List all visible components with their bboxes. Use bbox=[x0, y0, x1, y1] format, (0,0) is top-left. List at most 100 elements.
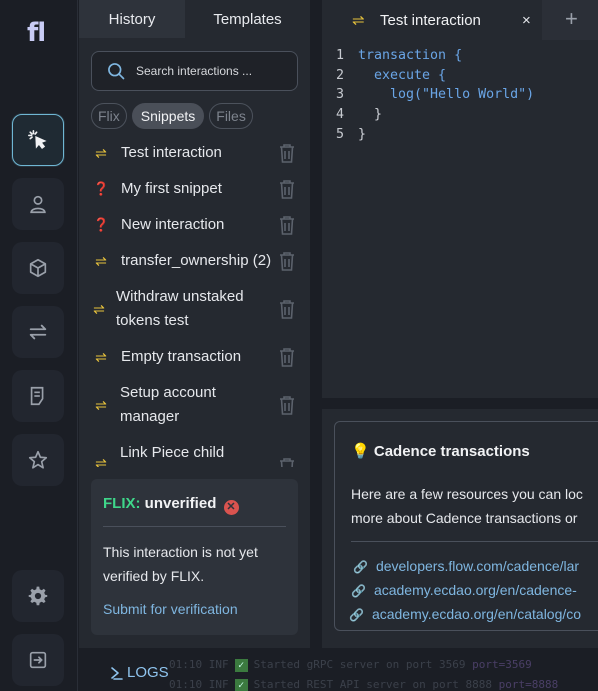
list-item[interactable]: ❓ New interaction bbox=[79, 213, 310, 237]
rail-packages-button[interactable] bbox=[12, 242, 64, 294]
code-editor: ⇌ Test interaction × + 1 transaction { 2… bbox=[322, 0, 598, 398]
resource-link[interactable]: 🔗 developers.flow.com/cadence/lar bbox=[353, 558, 579, 574]
trash-icon[interactable] bbox=[278, 395, 296, 415]
rail-documents-button[interactable] bbox=[12, 370, 64, 422]
flix-status-card: FLIX: unverified ✕ This interaction is n… bbox=[91, 479, 298, 635]
flix-label: FLIX: bbox=[103, 495, 141, 512]
list-item-label: transfer_ownership (2) bbox=[121, 252, 272, 269]
logs-toggle-button[interactable]: LOGS bbox=[109, 664, 169, 681]
transaction-swap-icon: ⇌ bbox=[95, 396, 107, 413]
rail-interactions-button[interactable] bbox=[12, 114, 64, 166]
list-item-label: Test interaction bbox=[121, 144, 222, 161]
line-number: 5 bbox=[335, 126, 344, 142]
interaction-list: ⇌ Test interaction ❓ My first snippet ❓ … bbox=[79, 135, 310, 467]
line-number: 4 bbox=[335, 107, 344, 123]
trash-icon[interactable] bbox=[278, 179, 296, 199]
list-item-label: Empty transaction bbox=[121, 348, 242, 365]
editor-tab-active[interactable]: ⇌ Test interaction × bbox=[322, 0, 542, 40]
filter-flix[interactable]: Flix bbox=[91, 103, 127, 129]
log-text: Started gRPC server on port 3569 bbox=[253, 658, 466, 671]
search-input[interactable] bbox=[136, 64, 296, 78]
trash-icon[interactable] bbox=[278, 143, 296, 163]
log-text: Started REST API server on port 8888 bbox=[253, 678, 493, 691]
interactions-sidebar: History Templates Flix Snippets Files ⇌ … bbox=[79, 0, 310, 648]
arrows-swap-icon bbox=[29, 324, 47, 340]
editor-tabs: ⇌ Test interaction × + bbox=[322, 0, 598, 40]
logout-icon bbox=[29, 651, 47, 669]
list-item[interactable]: ⇌ Test interaction bbox=[79, 141, 310, 165]
resource-link[interactable]: 🔗 academy.ecdao.org/en/cadence- bbox=[351, 582, 577, 598]
list-item-label: Setup account manager bbox=[120, 384, 216, 425]
log-suffix: port=3569 bbox=[472, 658, 532, 671]
filter-chips: Flix Snippets Files bbox=[91, 103, 253, 129]
gear-icon bbox=[28, 586, 48, 606]
document-icon bbox=[30, 386, 44, 406]
transaction-swap-icon: ⇌ bbox=[95, 252, 107, 269]
list-item-label: My first snippet bbox=[121, 180, 222, 197]
trash-icon[interactable] bbox=[278, 457, 296, 467]
code-line: } bbox=[358, 107, 383, 123]
transaction-swap-icon: ⇌ bbox=[352, 12, 365, 29]
list-item[interactable]: ⇌ Setup account manager bbox=[79, 381, 310, 429]
list-item-label: New interaction bbox=[121, 216, 225, 233]
editor-tab-title: Test interaction bbox=[380, 11, 481, 29]
link-icon: 🔗 bbox=[353, 560, 368, 574]
code-line: transaction { bbox=[358, 48, 463, 63]
search-box bbox=[91, 51, 298, 91]
resource-link-text: developers.flow.com/cadence/lar bbox=[375, 558, 580, 574]
list-item-label: Withdraw unstaked tokens test bbox=[116, 288, 244, 329]
link-icon: 🔗 bbox=[351, 584, 366, 598]
resource-link[interactable]: 🔗 academy.ecdao.org/en/catalog/co bbox=[349, 606, 581, 622]
filter-snippets[interactable]: Snippets bbox=[131, 103, 205, 129]
submit-verification-link[interactable]: Submit for verification bbox=[103, 601, 238, 617]
log-prefix: 01:10 INF bbox=[169, 658, 229, 671]
question-icon: ❓ bbox=[93, 181, 110, 196]
rail-transactions-button[interactable] bbox=[12, 306, 64, 358]
trash-icon[interactable] bbox=[278, 347, 296, 367]
trash-icon[interactable] bbox=[278, 299, 296, 319]
terminal-chevron-icon bbox=[111, 666, 123, 680]
rail-favorites-button[interactable] bbox=[12, 434, 64, 486]
sidebar-tabs: History Templates bbox=[79, 0, 310, 38]
rail-logout-button[interactable] bbox=[12, 634, 64, 686]
cursor-click-icon bbox=[28, 130, 47, 149]
left-rail: fl bbox=[0, 0, 78, 691]
trash-icon[interactable] bbox=[278, 215, 296, 235]
flix-description: This interaction is not yet verified by … bbox=[103, 544, 258, 584]
trash-icon[interactable] bbox=[278, 251, 296, 271]
resources-text-line: more about Cadence transactions or bbox=[351, 510, 578, 526]
filter-files[interactable]: Files bbox=[209, 103, 253, 129]
resources-card: 💡 Cadence transactions Here are a few re… bbox=[334, 421, 598, 631]
transaction-swap-icon: ⇌ bbox=[93, 300, 105, 317]
error-x-icon: ✕ bbox=[223, 500, 239, 515]
list-item[interactable]: ⇌ Link Piece child bbox=[79, 441, 310, 467]
resource-link-text: academy.ecdao.org/en/catalog/co bbox=[371, 606, 582, 622]
app-logo[interactable]: fl bbox=[27, 18, 46, 48]
list-item[interactable]: ⇌ transfer_ownership (2) bbox=[79, 249, 310, 273]
logs-label: LOGS bbox=[127, 664, 169, 681]
divider bbox=[103, 526, 286, 527]
list-item[interactable]: ❓ My first snippet bbox=[79, 177, 310, 201]
cube-icon bbox=[29, 258, 47, 278]
flix-status-value: unverified bbox=[144, 495, 217, 512]
code-line: } bbox=[358, 126, 367, 142]
search-icon bbox=[108, 63, 125, 80]
log-line: 01:10 INF ✓ Started gRPC server on port 35… bbox=[169, 658, 532, 672]
resources-description: Here are a few resources you can loc mor… bbox=[351, 482, 583, 530]
star-icon bbox=[28, 450, 48, 469]
transaction-swap-icon: ⇌ bbox=[95, 144, 107, 161]
add-tab-button[interactable]: + bbox=[565, 8, 578, 30]
rail-accounts-button[interactable] bbox=[12, 178, 64, 230]
list-item[interactable]: ⇌ Empty transaction bbox=[79, 345, 310, 369]
transaction-swap-icon: ⇌ bbox=[95, 348, 107, 365]
list-item-label: Link Piece child bbox=[120, 444, 225, 461]
tab-templates[interactable]: Templates bbox=[185, 0, 310, 38]
list-item[interactable]: ⇌ Withdraw unstaked tokens test bbox=[79, 285, 310, 333]
flix-status: FLIX: unverified ✕ bbox=[103, 495, 239, 515]
close-icon[interactable]: × bbox=[522, 12, 531, 29]
rail-settings-button[interactable] bbox=[12, 570, 64, 622]
log-prefix: 01:10 INF bbox=[169, 678, 229, 691]
tab-history[interactable]: History bbox=[79, 0, 185, 38]
lightbulb-icon: 💡 bbox=[351, 443, 370, 460]
resources-text-line: Here are a few resources you can loc bbox=[351, 486, 583, 502]
